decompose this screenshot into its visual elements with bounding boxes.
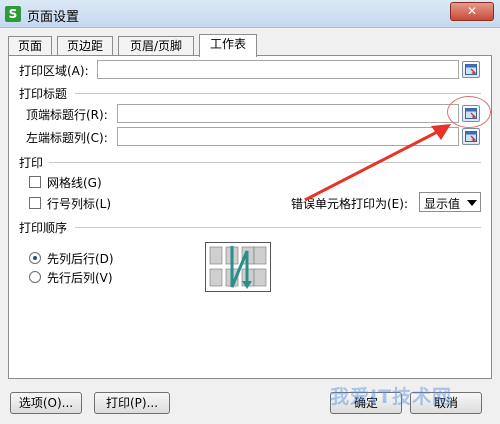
tab-margins[interactable]: 页边距 (57, 36, 113, 56)
order-heading: 打印顺序 (19, 221, 68, 235)
gridlines-label: 网格线(G) (47, 176, 102, 190)
page-order-icon (209, 246, 267, 289)
sheet-panel: 打印区域(A): 打印标题 顶端标题行(R): 左端标题列(C): 打印 网格线… (8, 55, 492, 379)
close-button[interactable]: ✕ (450, 2, 494, 21)
app-icon: S (5, 6, 21, 22)
tab-header-footer[interactable]: 页眉/页脚 (118, 36, 194, 56)
print-heading: 打印 (19, 156, 44, 170)
print-area-input[interactable] (97, 60, 459, 79)
order-over-then-down-radio[interactable] (29, 271, 41, 283)
order-down-then-over-radio[interactable] (29, 252, 41, 264)
annotation-arrow (304, 124, 451, 202)
options-button[interactable]: 选项(O)... (10, 392, 82, 414)
range-select-icon (465, 64, 477, 75)
print-titles-heading: 打印标题 (19, 87, 68, 101)
left-cols-pick-button[interactable] (462, 128, 480, 145)
print-button[interactable]: 打印(P)... (94, 392, 170, 414)
print-titles-divider (75, 93, 481, 94)
gridlines-checkbox[interactable] (29, 176, 41, 188)
top-rows-label: 顶端标题行(R): (26, 108, 108, 122)
tab-page[interactable]: 页面 (8, 36, 52, 56)
order-preview (205, 242, 271, 292)
title-bar: S 页面设置 ✕ (0, 0, 500, 28)
row-col-headers-label: 行号列标(L) (47, 197, 112, 211)
row-col-headers-checkbox[interactable] (29, 197, 41, 209)
order-divider (75, 227, 481, 228)
order-down-then-over-label: 先列后行(D) (47, 252, 114, 266)
tab-sheet[interactable]: 工作表 (199, 34, 257, 57)
print-area-pick-button[interactable] (462, 61, 480, 78)
range-select-icon (465, 131, 477, 142)
window-title: 页面设置 (27, 10, 80, 25)
order-over-then-down-label: 先行后列(V) (47, 271, 113, 285)
chevron-down-icon (467, 200, 477, 206)
left-cols-label: 左端标题列(C): (26, 131, 108, 145)
watermark: 我爱IT技术网 (330, 386, 453, 408)
print-area-label: 打印区域(A): (19, 64, 89, 78)
